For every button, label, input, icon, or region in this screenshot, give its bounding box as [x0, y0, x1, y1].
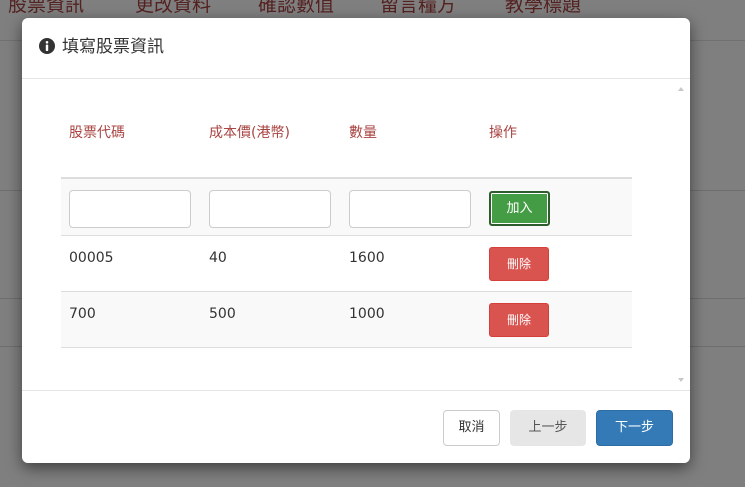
column-header-actions: 操作 [489, 125, 517, 141]
cancel-button[interactable]: 取消 [443, 410, 500, 446]
modal-body: 股票代碼 成本價(港幣) 數量 操作 加入 00005 40 1600 刪除 7… [22, 79, 690, 390]
quantity-cell: 1600 [349, 250, 385, 266]
table-row: 00005 40 1600 刪除 [61, 236, 632, 292]
quantity-cell: 1000 [349, 306, 385, 322]
info-circle-icon [39, 38, 55, 54]
cost-price-cell: 500 [209, 306, 236, 322]
scroll-up-arrow-icon[interactable] [678, 87, 684, 91]
column-header-cost-price: 成本價(港幣) [209, 125, 290, 141]
column-header-quantity: 數量 [349, 125, 377, 141]
stock-code-input[interactable] [69, 190, 191, 228]
stock-code-cell: 700 [69, 306, 96, 322]
modal-scrollbar[interactable] [673, 79, 690, 390]
next-step-button[interactable]: 下一步 [596, 410, 673, 446]
add-stock-button[interactable]: 加入 [489, 191, 550, 226]
column-header-stock-code: 股票代碼 [69, 125, 125, 141]
scroll-down-arrow-icon[interactable] [678, 378, 684, 382]
stock-code-cell: 00005 [69, 250, 114, 266]
quantity-input[interactable] [349, 190, 471, 228]
table-row: 700 500 1000 刪除 [61, 292, 632, 348]
stock-info-modal: 填寫股票資訊 股票代碼 成本價(港幣) 數量 操作 加入 00005 40 16… [22, 18, 690, 463]
delete-row-button[interactable]: 刪除 [489, 303, 549, 337]
cost-price-input[interactable] [209, 190, 331, 228]
cost-price-cell: 40 [209, 250, 227, 266]
modal-header: 填寫股票資訊 [22, 18, 690, 79]
modal-title: 填寫股票資訊 [62, 37, 164, 57]
modal-footer: 取消 上一步 下一步 [22, 390, 690, 463]
delete-row-button[interactable]: 刪除 [489, 247, 549, 281]
previous-step-button[interactable]: 上一步 [510, 410, 586, 446]
table-input-row: 加入 [61, 179, 632, 236]
